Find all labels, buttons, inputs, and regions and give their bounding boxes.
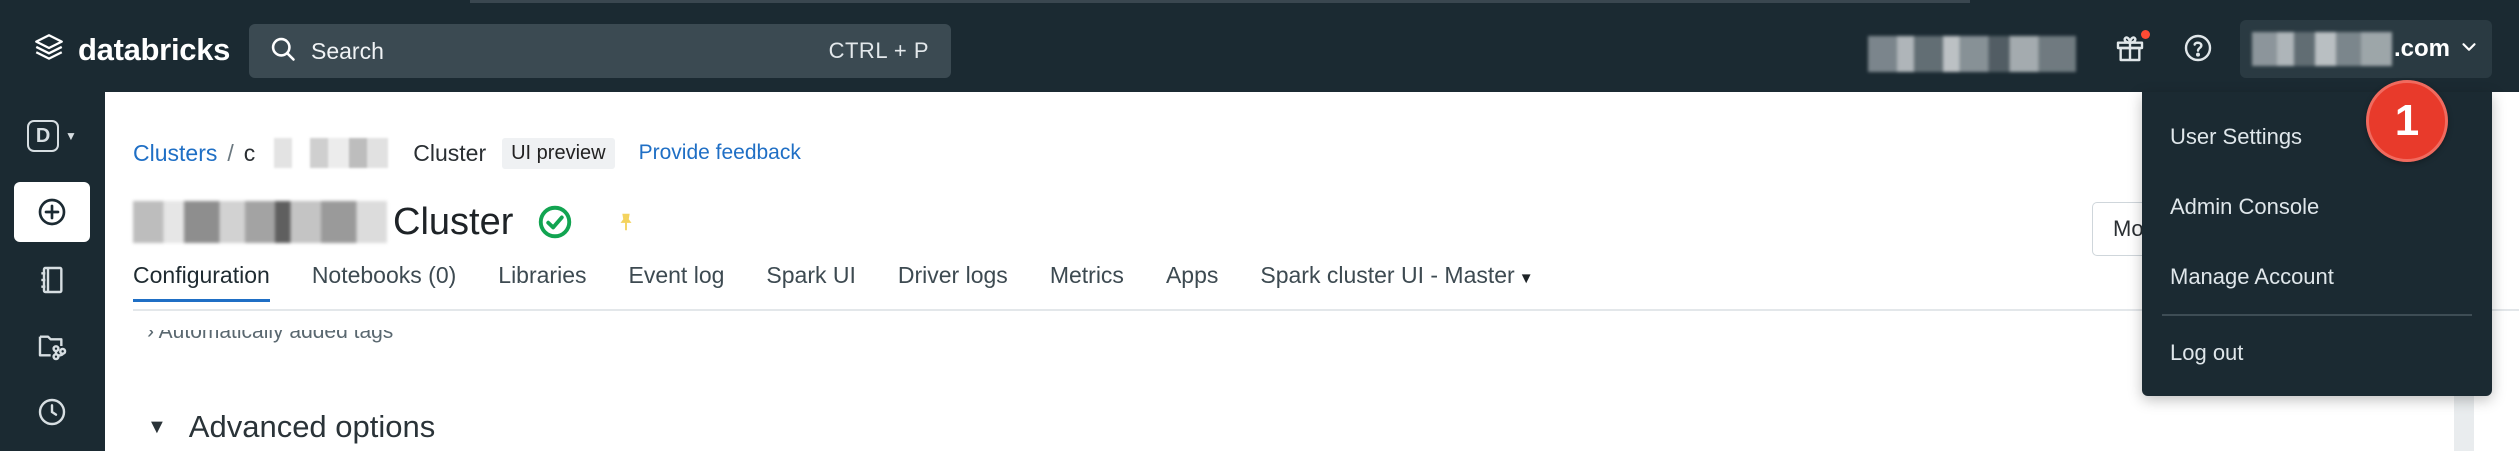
app-root: databricks Search CTRL + P .com D ▼ Clus…	[0, 0, 2519, 451]
tab-apps[interactable]: Apps	[1166, 262, 1218, 299]
search-bar[interactable]: Search CTRL + P	[249, 24, 951, 78]
workspace-letter: D	[27, 120, 60, 152]
step-number-badge: 1	[2366, 80, 2448, 162]
chevron-down-icon	[2450, 36, 2480, 63]
cluster-name-redacted	[259, 138, 410, 168]
cluster-title-redacted	[133, 201, 387, 243]
automatically-added-tags-toggle[interactable]: › Automatically added tags	[147, 330, 393, 344]
account-menu-button[interactable]: .com	[2240, 20, 2492, 78]
breadcrumb-current: Cluster	[413, 139, 487, 166]
gift-icon[interactable]	[2112, 30, 2150, 66]
tab-notebooks[interactable]: Notebooks (0)	[312, 262, 456, 299]
menu-item-manage-account[interactable]: Manage Account	[2170, 264, 2334, 290]
account-name-redacted	[2252, 32, 2392, 66]
tab-driver-logs[interactable]: Driver logs	[898, 262, 1008, 299]
tab-event-log[interactable]: Event log	[629, 262, 725, 299]
caret-down-icon: ▼	[1518, 270, 1534, 287]
menu-item-user-settings[interactable]: User Settings	[2170, 124, 2302, 150]
repos-icon[interactable]	[14, 316, 90, 376]
tab-spark-cluster-ui-master[interactable]: Spark cluster UI - Master ▼	[1260, 262, 1533, 299]
menu-item-admin-console[interactable]: Admin Console	[2170, 194, 2319, 220]
caret-down-icon: ▼	[65, 129, 77, 143]
tab-metrics[interactable]: Metrics	[1050, 262, 1124, 299]
workspace-icon[interactable]	[14, 250, 90, 310]
breadcrumb-prefix: c	[243, 139, 256, 166]
provide-feedback-link[interactable]: Provide feedback	[639, 141, 801, 165]
page-title: Cluster	[133, 197, 637, 247]
advanced-options-toggle[interactable]: ▼ Advanced options	[147, 409, 436, 444]
notification-dot	[2141, 30, 2150, 39]
page-title-text: Cluster	[393, 200, 514, 243]
workspace-name-redacted[interactable]	[1868, 36, 2076, 72]
ui-preview-badge: UI preview	[502, 137, 615, 169]
tab-spark-cluster-ui-label: Spark cluster UI - Master	[1260, 262, 1515, 288]
account-domain: .com	[2393, 35, 2450, 62]
recents-icon[interactable]	[14, 382, 90, 442]
tab-spark-ui[interactable]: Spark UI	[766, 262, 855, 299]
tab-configuration[interactable]: Configuration	[133, 262, 270, 302]
help-icon[interactable]	[2180, 30, 2216, 66]
menu-divider	[2162, 314, 2472, 316]
caret-down-icon: ▼	[147, 415, 167, 438]
breadcrumb: Clusters / c Cluster UI preview Provide …	[133, 137, 801, 169]
breadcrumb-clusters-link[interactable]: Clusters	[133, 140, 217, 167]
pin-icon[interactable]	[615, 211, 637, 233]
logo-text: databricks	[78, 32, 231, 67]
search-placeholder: Search	[311, 37, 384, 64]
menu-item-log-out[interactable]: Log out	[2170, 340, 2243, 366]
breadcrumb-separator: /	[227, 139, 234, 166]
left-nav-rail: D ▼	[0, 92, 105, 451]
search-icon	[269, 35, 311, 68]
top-bar: databricks Search CTRL + P .com	[0, 0, 2519, 92]
advanced-options-label: Advanced options	[188, 409, 436, 444]
databricks-logo[interactable]: databricks	[32, 30, 230, 70]
databricks-logo-icon	[32, 31, 66, 70]
cluster-tabs: Configuration Notebooks (0) Libraries Ev…	[133, 262, 1576, 302]
workspace-switcher[interactable]: D ▼	[14, 106, 90, 166]
create-icon[interactable]	[14, 182, 90, 242]
tab-libraries[interactable]: Libraries	[498, 262, 586, 299]
browser-edge	[470, 0, 1970, 3]
check-circle-icon	[537, 204, 573, 240]
search-shortcut: CTRL + P	[828, 38, 929, 63]
